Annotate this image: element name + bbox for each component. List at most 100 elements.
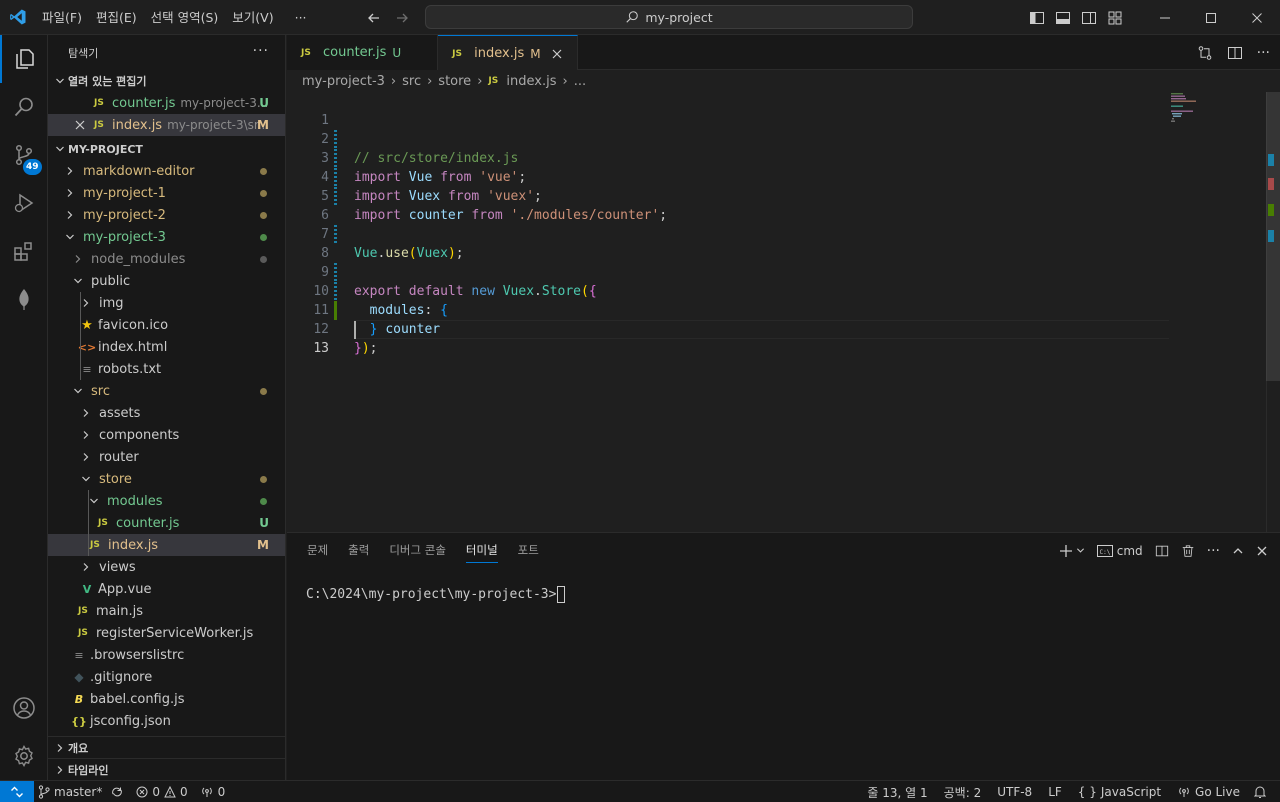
folder-item[interactable]: node_modules xyxy=(48,248,285,270)
breadcrumb-item[interactable]: my-project-3 xyxy=(302,74,385,89)
folder-item[interactable]: my-project-3 xyxy=(48,226,285,248)
outline-section[interactable]: 개요 xyxy=(48,736,285,758)
menu-more[interactable]: ··· xyxy=(281,0,314,35)
source-control-activity-icon[interactable]: 49 xyxy=(0,131,48,179)
toggle-secondary-sidebar-icon[interactable] xyxy=(1076,0,1102,35)
folder-item[interactable]: markdown-editor xyxy=(48,160,285,182)
close-icon[interactable] xyxy=(74,119,94,131)
minimize-button[interactable] xyxy=(1142,0,1188,35)
untracked-dot xyxy=(260,234,267,241)
file-item[interactable]: JS registerServiceWorker.js xyxy=(48,622,285,644)
editor-scrollbar[interactable] xyxy=(1266,92,1280,532)
open-editors-section[interactable]: 열려 있는 편집기 xyxy=(48,70,285,92)
more-actions-icon[interactable]: ··· xyxy=(1207,543,1220,559)
ports-indicator[interactable]: 0 xyxy=(194,781,232,802)
breadcrumb-item[interactable]: src xyxy=(402,74,421,89)
project-section[interactable]: MY-PROJECT xyxy=(48,138,285,160)
manage-gear-icon[interactable] xyxy=(0,732,48,780)
tab-ports[interactable]: 포트 xyxy=(510,533,547,568)
new-terminal-icon[interactable] xyxy=(1059,544,1085,558)
file-item[interactable]: ≡ .browserslistrc xyxy=(48,644,285,666)
menu-file[interactable]: 파일(F) xyxy=(35,0,89,35)
breadcrumb-item[interactable]: ... xyxy=(574,74,586,89)
folder-item[interactable]: my-project-2 xyxy=(48,204,285,226)
file-item[interactable]: {} jsconfig.json xyxy=(48,710,285,732)
breadcrumb-item[interactable]: store xyxy=(438,74,471,89)
folder-item[interactable]: store xyxy=(48,468,285,490)
indentation[interactable]: 공백: 2 xyxy=(936,781,990,802)
chevron-right-icon xyxy=(62,166,78,176)
mongodb-leaf-icon[interactable] xyxy=(0,275,48,323)
end-of-line[interactable]: LF xyxy=(1040,781,1070,802)
terminal-selector[interactable]: C:\ cmd xyxy=(1096,544,1143,558)
go-live-button[interactable]: Go Live xyxy=(1169,781,1248,802)
compare-changes-icon[interactable] xyxy=(1197,45,1213,61)
back-arrow-icon[interactable] xyxy=(366,10,382,26)
code-editor[interactable]: 1 // src/store/index.js 2 import Vue fro… xyxy=(287,92,1280,532)
folder-item[interactable]: img xyxy=(48,292,285,314)
explorer-more-icon[interactable]: ··· xyxy=(253,43,269,59)
sync-icon[interactable] xyxy=(110,786,124,798)
extensions-activity-icon[interactable] xyxy=(0,227,48,275)
command-center-search[interactable]: my-project xyxy=(425,5,913,29)
forward-arrow-icon[interactable] xyxy=(394,10,410,26)
search-activity-icon[interactable] xyxy=(0,83,48,131)
folder-item[interactable]: router xyxy=(48,446,285,468)
file-item[interactable]: JS index.js M xyxy=(48,534,285,556)
customize-layout-icon[interactable] xyxy=(1102,0,1128,35)
tab-debug-console[interactable]: 디버그 콘솔 xyxy=(381,533,454,568)
toggle-primary-sidebar-icon[interactable] xyxy=(1024,0,1050,35)
more-actions-icon[interactable]: ··· xyxy=(1257,45,1270,61)
folder-item[interactable]: public xyxy=(48,270,285,292)
folder-item[interactable]: my-project-1 xyxy=(48,182,285,204)
tab-counter-js[interactable]: JS counter.js U × xyxy=(287,35,439,70)
toggle-panel-icon[interactable] xyxy=(1050,0,1076,35)
language-label: JavaScript xyxy=(1100,785,1162,799)
trash-icon[interactable] xyxy=(1181,544,1195,558)
git-branch[interactable]: master* xyxy=(34,781,130,802)
menu-selection[interactable]: 선택 영역(S) xyxy=(144,0,226,35)
file-item[interactable]: JS counter.js U xyxy=(48,512,285,534)
maximize-button[interactable] xyxy=(1188,0,1234,35)
accounts-icon[interactable] xyxy=(0,684,48,732)
encoding[interactable]: UTF-8 xyxy=(989,781,1040,802)
folder-item[interactable]: src xyxy=(48,380,285,402)
file-item[interactable]: V App.vue xyxy=(48,578,285,600)
split-editor-icon[interactable] xyxy=(1227,45,1243,61)
split-terminal-icon[interactable] xyxy=(1155,544,1169,558)
menu-view[interactable]: 보기(V) xyxy=(225,0,280,35)
tab-problems[interactable]: 문제 xyxy=(299,533,336,568)
file-item[interactable]: ◆ .gitignore xyxy=(48,666,285,688)
terminal-output[interactable]: C:\2024\my-project\my-project-3> xyxy=(306,586,566,603)
folder-item[interactable]: assets xyxy=(48,402,285,424)
run-debug-activity-icon[interactable] xyxy=(0,179,48,227)
minimap[interactable] xyxy=(1169,92,1266,532)
cursor-position[interactable]: 줄 13, 열 1 xyxy=(859,781,935,802)
remote-indicator-icon[interactable] xyxy=(0,780,34,802)
file-item[interactable]: ★ favicon.ico xyxy=(48,314,285,336)
file-item[interactable]: ≡ robots.txt xyxy=(48,358,285,380)
problems-indicator[interactable]: 0 0 xyxy=(130,781,193,802)
file-item[interactable]: <> index.html xyxy=(48,336,285,358)
chevron-up-icon[interactable] xyxy=(1232,545,1244,557)
menu-edit[interactable]: 편집(E) xyxy=(89,0,144,35)
language-mode[interactable]: { } JavaScript xyxy=(1070,781,1169,802)
explorer-activity-icon[interactable] xyxy=(0,35,48,83)
timeline-section[interactable]: 타임라인 xyxy=(48,758,285,780)
tab-close-icon[interactable] xyxy=(551,48,567,60)
file-item[interactable]: B babel.config.js xyxy=(48,688,285,710)
open-editor-item[interactable]: JS index.js my-project-3\sr... M xyxy=(48,114,285,136)
folder-item[interactable]: modules xyxy=(48,490,285,512)
breadcrumb-item[interactable]: index.js xyxy=(506,74,556,89)
code-line: 5 xyxy=(287,168,1167,204)
file-item[interactable]: JS main.js xyxy=(48,600,285,622)
tab-terminal[interactable]: 터미널 xyxy=(458,533,506,568)
tab-output[interactable]: 출력 xyxy=(340,533,377,568)
folder-item[interactable]: views xyxy=(48,556,285,578)
folder-item[interactable]: components xyxy=(48,424,285,446)
close-panel-icon[interactable] xyxy=(1256,545,1268,557)
tab-index-js[interactable]: JS index.js M xyxy=(438,35,578,71)
open-editor-item[interactable]: JS counter.js my-project-3... U xyxy=(48,92,285,114)
notifications-bell-icon[interactable] xyxy=(1248,781,1272,802)
close-window-button[interactable] xyxy=(1234,0,1280,35)
